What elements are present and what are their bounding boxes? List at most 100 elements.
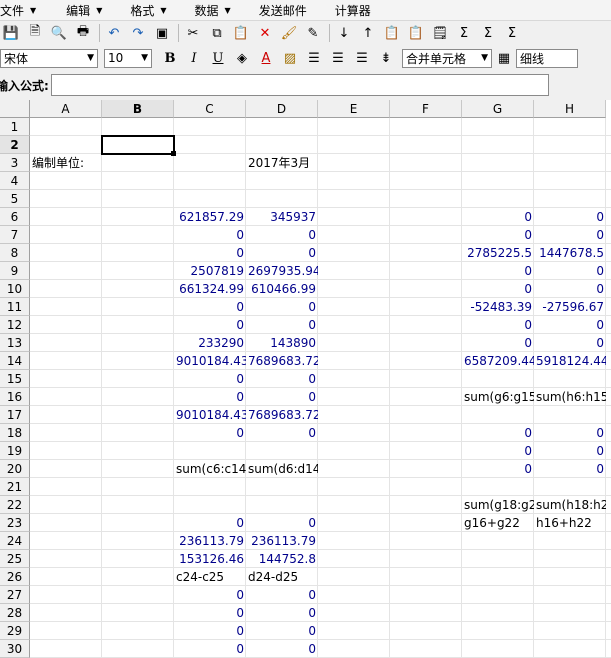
row-header[interactable]: 16 — [0, 388, 30, 406]
paste-values-button[interactable]: 📋 — [405, 22, 427, 44]
italic-button[interactable]: I — [182, 47, 206, 69]
cell-D25[interactable]: 144752.8 — [246, 550, 318, 568]
cell-D29[interactable]: 0 — [246, 622, 318, 640]
format-painter-button[interactable]: 🖌 — [278, 22, 300, 44]
column-header[interactable]: B — [102, 100, 174, 118]
cell-G18[interactable]: 0 — [462, 424, 534, 442]
row-header[interactable]: 17 — [0, 406, 30, 424]
column-header[interactable]: G — [462, 100, 534, 118]
cell-H20[interactable]: 0 — [534, 460, 606, 478]
row-header[interactable]: 28 — [0, 604, 30, 622]
row-header[interactable]: 2 — [0, 136, 30, 154]
select-all-button[interactable]: ▣ — [151, 22, 173, 44]
print-preview-button[interactable]: 🔍 — [48, 22, 70, 44]
cell-D3[interactable]: 2017年3月 — [246, 154, 318, 172]
cell-G16[interactable]: sum(g6:g15 — [462, 388, 534, 406]
column-header[interactable]: F — [390, 100, 462, 118]
cell-H16[interactable]: sum(h6:h15 — [534, 388, 606, 406]
cell-H18[interactable]: 0 — [534, 424, 606, 442]
cell-C10[interactable]: 661324.99 — [174, 280, 246, 298]
cell-C15[interactable]: 0 — [174, 370, 246, 388]
row-header[interactable]: 19 — [0, 442, 30, 460]
row-header[interactable]: 1 — [0, 118, 30, 136]
column-header[interactable]: D — [246, 100, 318, 118]
sum-button[interactable]: Σ — [453, 22, 475, 44]
cell-G12[interactable]: 0 — [462, 316, 534, 334]
row-header[interactable]: 22 — [0, 496, 30, 514]
cell-G19[interactable]: 0 — [462, 442, 534, 460]
row-header[interactable]: 5 — [0, 190, 30, 208]
sum-col-button[interactable]: Σ — [501, 22, 523, 44]
menu-item-2[interactable]: 格式 ▼ — [130, 0, 176, 20]
align-center-button[interactable]: ☰ — [326, 47, 350, 69]
cell-C25[interactable]: 153126.46 — [174, 550, 246, 568]
cell-H6[interactable]: 0 — [534, 208, 606, 226]
cell-G6[interactable]: 0 — [462, 208, 534, 226]
row-header[interactable]: 25 — [0, 550, 30, 568]
cell-D28[interactable]: 0 — [246, 604, 318, 622]
align-left-button[interactable]: ☰ — [302, 47, 326, 69]
fill-handle[interactable] — [171, 151, 176, 156]
fill-color-button[interactable]: ◈ — [230, 47, 254, 69]
row-header[interactable]: 18 — [0, 424, 30, 442]
delete-button[interactable]: ✕ — [254, 22, 276, 44]
cell-G22[interactable]: sum(g18:g2 — [462, 496, 534, 514]
cell-H23[interactable]: h16+h22 — [534, 514, 606, 532]
row-header[interactable]: 20 — [0, 460, 30, 478]
column-header[interactable]: E — [318, 100, 390, 118]
page-button[interactable]: 🗒 — [429, 22, 451, 44]
cell-C26[interactable]: c24-c25 — [174, 568, 246, 586]
row-header[interactable]: 7 — [0, 226, 30, 244]
row-header[interactable]: 21 — [0, 478, 30, 496]
cell-C28[interactable]: 0 — [174, 604, 246, 622]
cell-D13[interactable]: 143890 — [246, 334, 318, 352]
row-header[interactable]: 9 — [0, 262, 30, 280]
paste-button[interactable]: 📋 — [230, 22, 252, 44]
cell-D23[interactable]: 0 — [246, 514, 318, 532]
cell-color-button[interactable]: ▨ — [278, 47, 302, 69]
cell-G10[interactable]: 0 — [462, 280, 534, 298]
border-button[interactable]: ▦ — [492, 47, 516, 69]
row-header[interactable]: 15 — [0, 370, 30, 388]
cell-D26[interactable]: d24-d25 — [246, 568, 318, 586]
menu-item-3[interactable]: 数据 ▼ — [195, 0, 241, 20]
cell-D17[interactable]: 7689683.72 — [246, 406, 318, 424]
edit-button[interactable]: ✎ — [302, 22, 324, 44]
row-header[interactable]: 27 — [0, 586, 30, 604]
cell-C24[interactable]: 236113.79 — [174, 532, 246, 550]
cell-D10[interactable]: 610466.99 — [246, 280, 318, 298]
row-header[interactable]: 24 — [0, 532, 30, 550]
menu-item-5[interactable]: 计算器 — [335, 0, 381, 20]
row-header[interactable]: 29 — [0, 622, 30, 640]
cell-C6[interactable]: 621857.29 — [174, 208, 246, 226]
cell-G13[interactable]: 0 — [462, 334, 534, 352]
cell-C29[interactable]: 0 — [174, 622, 246, 640]
row-header[interactable]: 26 — [0, 568, 30, 586]
border-style-select[interactable]: 细线 — [516, 48, 578, 68]
print-button[interactable]: 🖶 — [72, 22, 94, 44]
cell-C30[interactable]: 0 — [174, 640, 246, 658]
cell-C9[interactable]: 2507819 — [174, 262, 246, 280]
cell-A3[interactable]: 编制单位: — [30, 154, 102, 172]
cell-C27[interactable]: 0 — [174, 586, 246, 604]
cell-D16[interactable]: 0 — [246, 388, 318, 406]
cell-H13[interactable]: 0 — [534, 334, 606, 352]
row-header[interactable]: 8 — [0, 244, 30, 262]
cell-C20[interactable]: sum(c6:c14 — [174, 460, 246, 478]
cell-H10[interactable]: 0 — [534, 280, 606, 298]
cell-D14[interactable]: 7689683.72 — [246, 352, 318, 370]
sum-row-button[interactable]: Σ — [477, 22, 499, 44]
cell-H7[interactable]: 0 — [534, 226, 606, 244]
menu-item-1[interactable]: 编辑 ▼ — [66, 0, 112, 20]
cell-G23[interactable]: g16+g22 — [462, 514, 534, 532]
cell-D15[interactable]: 0 — [246, 370, 318, 388]
cell-H19[interactable]: 0 — [534, 442, 606, 460]
cell-D27[interactable]: 0 — [246, 586, 318, 604]
column-header[interactable]: H — [534, 100, 606, 118]
row-header[interactable]: 13 — [0, 334, 30, 352]
cell-D24[interactable]: 236113.79 — [246, 532, 318, 550]
cell-G20[interactable]: 0 — [462, 460, 534, 478]
cell-C13[interactable]: 233290 — [174, 334, 246, 352]
redo-button[interactable]: ↷ — [127, 22, 149, 44]
font-select[interactable]: 宋体 ▼ — [0, 48, 98, 68]
